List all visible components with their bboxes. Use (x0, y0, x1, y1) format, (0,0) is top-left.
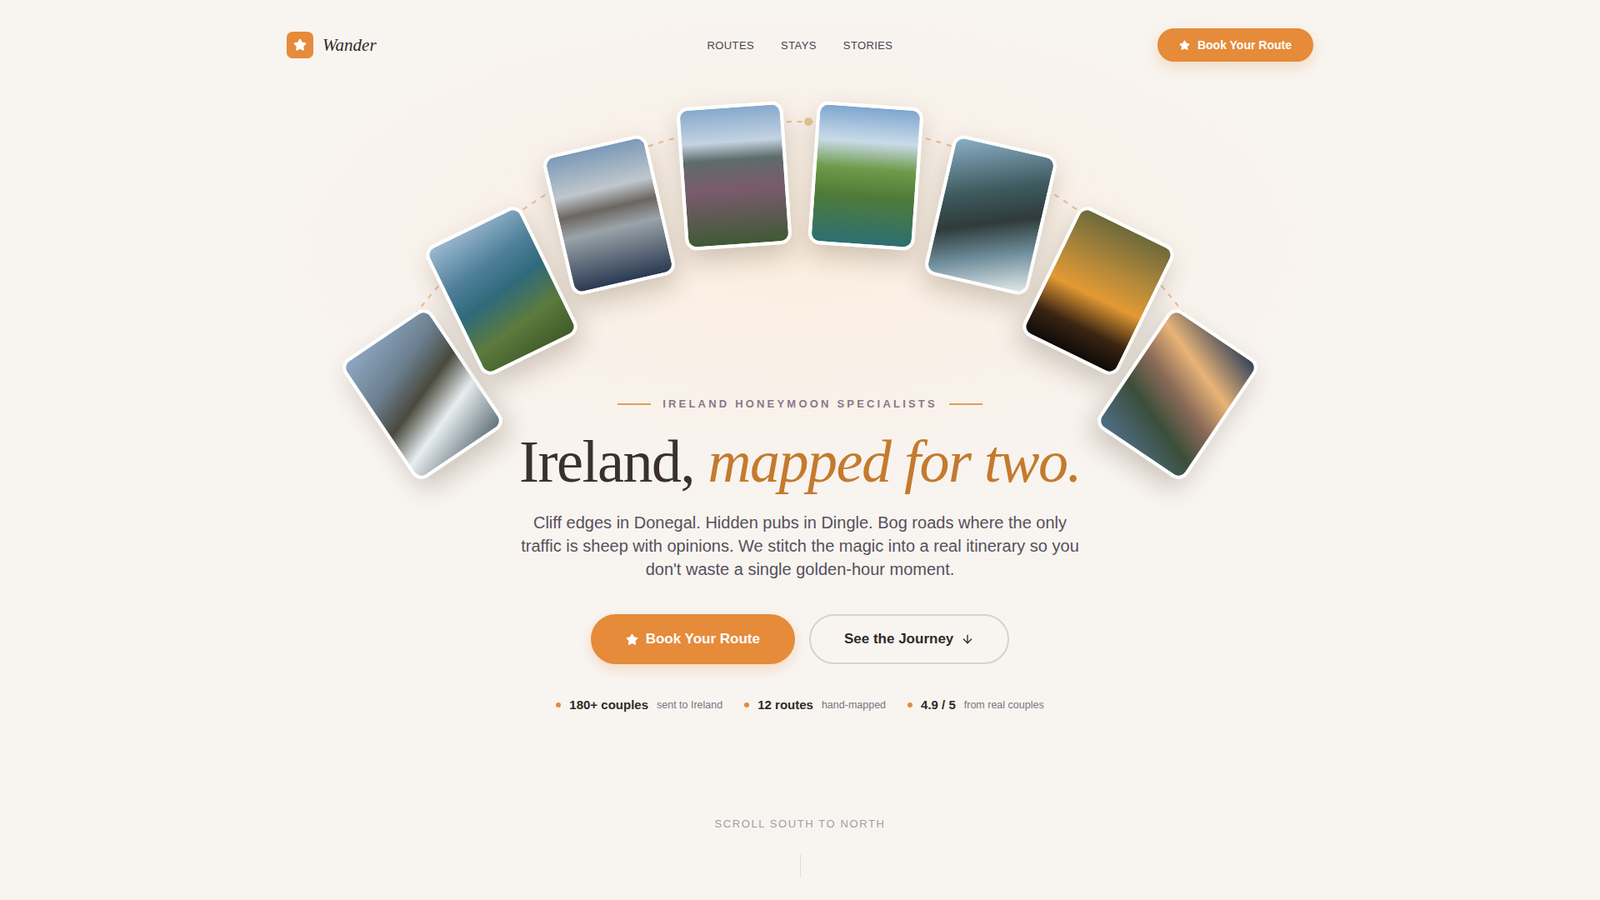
stat: 12 routes hand-mapped (744, 696, 886, 714)
logo-mark (286, 31, 314, 59)
star-icon (625, 633, 639, 646)
stat-label: sent to Ireland (656, 696, 723, 714)
photo-card[interactable] (676, 100, 794, 252)
scroll-line (800, 854, 801, 878)
stats: 180+ couples sent to Ireland 12 routes hand… (555, 696, 1044, 714)
stat-value: 180+ couples (569, 696, 649, 714)
hero-body: Cliff edges in Donegal. Hidden pubs in D… (516, 510, 1084, 581)
hero-actions: Book Your Route See the Journey (590, 614, 1010, 665)
stat: 180+ couples sent to Ireland (555, 696, 723, 714)
stat-value: 12 routes (757, 696, 814, 714)
hero: IRELAND HONEYMOON SPECIALISTS Ireland, ma… (516, 396, 1084, 878)
brand[interactable]: Wander (286, 31, 504, 59)
nav-link[interactable]: ROUTES (707, 39, 755, 52)
photo-card[interactable] (541, 133, 678, 297)
star-icon (1179, 40, 1190, 51)
stat-label: from real couples (964, 696, 1045, 714)
stat-value: 4.9 / 5 (920, 696, 956, 714)
photo-card[interactable] (807, 100, 925, 252)
nav-link[interactable]: STORIES (843, 39, 894, 52)
photo-card[interactable] (922, 133, 1059, 297)
photo-arc (0, 90, 1600, 397)
eyebrow-text: IRELAND HONEYMOON SPECIALISTS (662, 396, 938, 412)
nav-right: Book Your Route (1096, 28, 1314, 62)
star-icon (293, 38, 307, 52)
hero-title: Ireland, mapped for two. (519, 429, 1081, 495)
eyebrow-rule (949, 403, 983, 405)
hero-title-accent: mapped for two. (707, 428, 1081, 495)
stat-dot (555, 702, 561, 708)
nav-link[interactable]: STAYS (780, 39, 817, 52)
stat-dot (744, 702, 750, 708)
see-journey-button[interactable]: See the Journey (809, 614, 1010, 665)
nav-links: ROUTES STAYS STORIES (707, 39, 894, 52)
nav-book-button[interactable]: Book Your Route (1157, 28, 1314, 62)
stat-label: hand-mapped (821, 696, 886, 714)
arrow-down-icon (960, 632, 975, 646)
eyebrow: IRELAND HONEYMOON SPECIALISTS (617, 396, 983, 412)
brand-name: Wander (322, 35, 377, 56)
eyebrow-rule (617, 403, 651, 405)
stat: 4.9 / 5 from real couples (907, 696, 1045, 714)
page: WanderROUTESSTAYSSTORIESBook Your RouteI… (0, 0, 1600, 900)
stat-dot (907, 702, 913, 708)
book-route-button[interactable]: Book Your Route (590, 614, 795, 665)
top-nav: Wander ROUTES STAYS STORIES Book Your Route (286, 0, 1314, 90)
scroll-hint: SCROLL SOUTH TO NORTH (714, 817, 885, 831)
